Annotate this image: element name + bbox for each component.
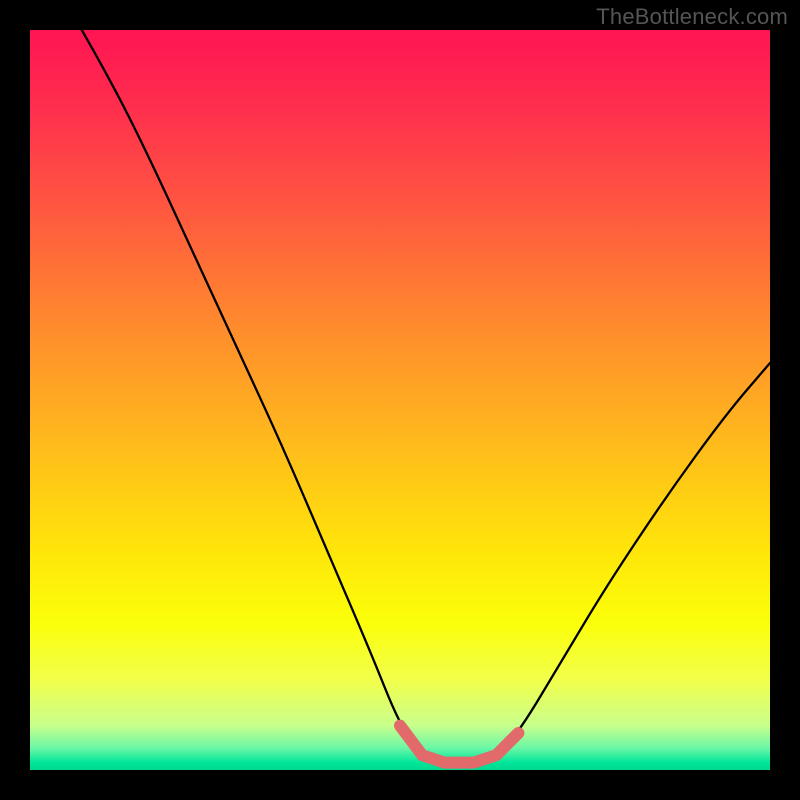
watermark-text: TheBottleneck.com	[596, 4, 788, 30]
optimal-zone-marker	[30, 30, 770, 770]
plot-area	[30, 30, 770, 770]
chart-frame: TheBottleneck.com	[0, 0, 800, 800]
